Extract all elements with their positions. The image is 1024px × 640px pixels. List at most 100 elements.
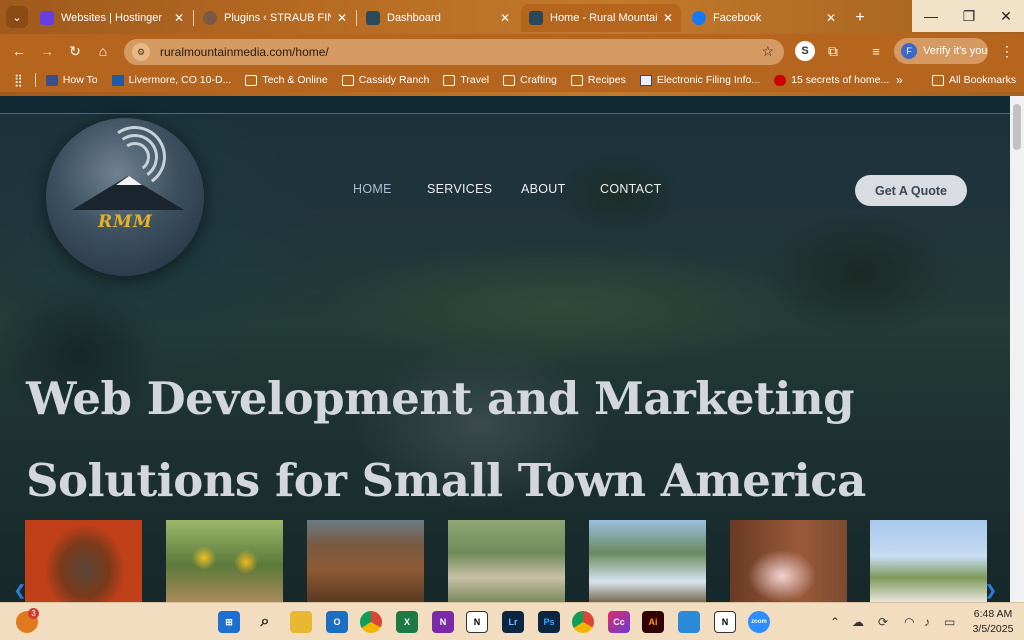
site-logo[interactable]: RMM [46, 118, 204, 276]
folder-icon [443, 74, 456, 86]
tab-search-button[interactable]: ⌄ [6, 6, 28, 28]
lightroom-icon[interactable]: Lr [502, 611, 524, 633]
close-icon[interactable]: ✕ [826, 11, 836, 25]
clock-date: 3/5/2025 [972, 623, 1014, 635]
bookmark-travel[interactable]: Travel [443, 74, 489, 86]
onedrive-icon[interactable]: ☁ [852, 615, 864, 629]
wordpress-icon [203, 11, 217, 25]
bookmark-cassidy-ranch[interactable]: Cassidy Ranch [341, 74, 429, 86]
start-windows-icon[interactable]: ⊞ [218, 611, 240, 633]
tab-home-active[interactable]: Home - Rural Mountain M ✕ [521, 4, 681, 32]
cnn-icon [774, 74, 787, 86]
bookmark-divider [34, 73, 36, 87]
search-icon[interactable]: ⌕ [254, 611, 276, 633]
all-bookmarks[interactable]: All Bookmarks [932, 74, 1016, 86]
close-window-button[interactable]: ✕ [988, 0, 1024, 32]
mountain-snowcap [116, 176, 142, 185]
bookmark-15-secrets[interactable]: 15 secrets of home... [774, 74, 889, 86]
excel-icon[interactable]: X [396, 611, 418, 633]
tab-title: Websites | Hostinger [61, 12, 163, 24]
back-button[interactable]: ← [8, 40, 30, 62]
bookmark-recipes[interactable]: Recipes [570, 74, 626, 86]
bookmark-how-to[interactable]: How To [45, 74, 98, 86]
close-icon[interactable]: ✕ [337, 11, 347, 25]
forward-button[interactable]: → [36, 40, 58, 62]
bank-icon [639, 74, 652, 86]
hero-headline: Web Development and Marketing Solutions … [26, 358, 906, 522]
bookmark-crafting[interactable]: Crafting [503, 74, 557, 86]
notion-2-icon[interactable]: N [714, 611, 736, 633]
close-icon[interactable]: ✕ [174, 11, 184, 25]
gallery-next-icon[interactable]: ❯ [985, 582, 997, 599]
menu-kebab-icon[interactable]: ⋮ [996, 40, 1018, 62]
verify-profile-button[interactable]: F Verify it's you [894, 38, 988, 64]
illustrator-icon[interactable]: Ai [642, 611, 664, 633]
bookmark-electronic-filing[interactable]: Electronic Filing Info... [639, 74, 760, 86]
restore-button[interactable]: ❐ [950, 0, 988, 32]
home-icon[interactable]: ⌂ [92, 40, 114, 62]
gallery-image-sunflowers[interactable] [166, 520, 283, 602]
minimize-button[interactable]: — [912, 0, 950, 32]
reading-list-icon[interactable]: ≡ [866, 41, 886, 61]
close-icon[interactable]: ✕ [663, 11, 673, 25]
wifi-icon[interactable]: ◠ [904, 615, 914, 629]
page-icon [45, 74, 58, 86]
close-icon[interactable]: ✕ [500, 11, 510, 25]
creative-cloud-icon[interactable]: Cc [608, 611, 630, 633]
extensions-puzzle-icon[interactable]: ⧉ [823, 41, 843, 61]
onenote-icon[interactable]: N [432, 611, 454, 633]
system-clock[interactable]: 6:48 AM 3/5/2025 [968, 607, 1018, 637]
nav-about[interactable]: ABOUT [521, 182, 566, 196]
tab-facebook[interactable]: Facebook ✕ [684, 4, 844, 32]
browser-toolbar: ← → ↻ ⌂ ⚙ ruralmountainmedia.com/home/ ☆… [0, 34, 1024, 68]
bookmark-tech-online[interactable]: Tech & Online [245, 74, 328, 86]
bookmarks-overflow-icon[interactable]: » [896, 73, 903, 87]
new-tab-button[interactable]: + [850, 8, 870, 28]
sync-icon[interactable]: ⟳ [878, 615, 888, 629]
gallery-image-trail[interactable] [448, 520, 565, 602]
address-bar[interactable]: ⚙ ruralmountainmedia.com/home/ ☆ [124, 39, 784, 65]
gallery-image-cabin[interactable] [307, 520, 424, 602]
scrollbar-thumb[interactable] [1013, 104, 1021, 150]
apps-grid-icon[interactable]: ⣿ [14, 73, 23, 87]
outlook-icon[interactable]: O [326, 611, 348, 633]
get-a-quote-button[interactable]: Get A Quote [855, 175, 967, 206]
chrome-profile-icon[interactable] [572, 611, 594, 633]
folder-icon [932, 74, 944, 86]
notion-icon[interactable]: N [466, 611, 488, 633]
gallery-image-hawk[interactable] [25, 520, 142, 602]
photoshop-icon[interactable]: Ps [538, 611, 560, 633]
bookmark-label: All Bookmarks [949, 74, 1017, 86]
tab-hostinger[interactable]: Websites | Hostinger ✕ [32, 4, 192, 32]
battery-icon[interactable]: ▭ [944, 615, 955, 629]
nav-home[interactable]: HOME [353, 182, 392, 196]
bookmark-livermore[interactable]: Livermore, CO 10-D... [111, 74, 231, 86]
reload-button[interactable]: ↻ [64, 40, 86, 62]
site-info-icon[interactable]: ⚙ [132, 43, 150, 61]
weather-icon [111, 74, 124, 86]
tab-divider [193, 10, 194, 26]
bookmark-label: Crafting [520, 74, 557, 86]
chrome-icon[interactable] [360, 611, 382, 633]
tray-overflow-icon[interactable]: ⌃ [830, 615, 840, 629]
tab-plugins[interactable]: Plugins ‹ STRAUB FINE FI ✕ [195, 4, 355, 32]
webpage: RMM HOME SERVICES ABOUT CONTACT Get A Qu… [0, 96, 1010, 602]
gallery-image-snowy-pines[interactable] [589, 520, 706, 602]
gallery-prev-icon[interactable]: ❮ [14, 582, 26, 599]
gallery-image-roses[interactable] [730, 520, 847, 602]
bookmark-label: How To [62, 74, 98, 86]
paint-icon[interactable] [678, 611, 700, 633]
file-explorer-icon[interactable] [290, 611, 312, 633]
volume-icon[interactable]: ♪ [924, 615, 930, 629]
zoom-icon[interactable]: zoom [748, 611, 770, 633]
nav-services[interactable]: SERVICES [427, 182, 492, 196]
bookmark-label: 15 secrets of home... [791, 74, 890, 86]
page-scrollbar[interactable] [1010, 96, 1024, 602]
extension-s-icon[interactable]: S [795, 41, 815, 61]
folder-icon [245, 74, 258, 86]
bookmark-star-icon[interactable]: ☆ [761, 43, 774, 60]
tab-dashboard[interactable]: Dashboard ✕ [358, 4, 518, 32]
gallery-image-wildflowers[interactable] [870, 520, 987, 602]
nav-contact[interactable]: CONTACT [600, 182, 662, 196]
url-text[interactable]: ruralmountainmedia.com/home/ [160, 45, 329, 59]
